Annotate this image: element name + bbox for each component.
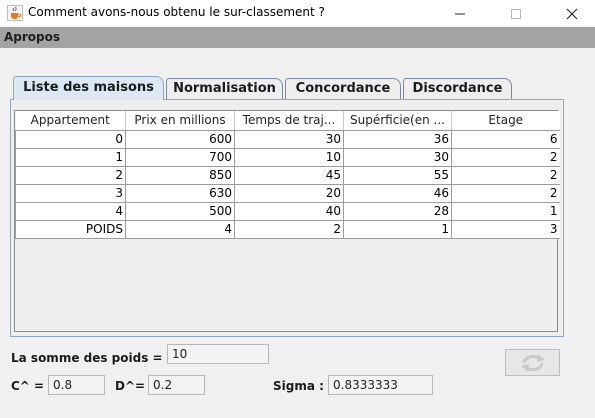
table-cell[interactable]: 2 (451, 165, 560, 185)
table-cell[interactable]: 40 (234, 201, 344, 221)
table-cell[interactable]: 10 (234, 147, 344, 167)
column-header-etage[interactable]: Etage (451, 111, 560, 131)
table-cell[interactable]: 630 (125, 183, 235, 203)
column-header-temps[interactable]: Temps de traj... (234, 111, 344, 131)
table-row[interactable]: 3 630 20 46 2 (15, 183, 560, 203)
table-cell[interactable]: 3 (451, 219, 560, 239)
table-cell[interactable]: 850 (125, 165, 235, 185)
table-cell[interactable]: 1 (343, 219, 452, 239)
table-cell[interactable]: 1 (15, 147, 126, 167)
table-row[interactable]: 1 700 10 30 2 (15, 147, 560, 167)
tab-panel: Appartement Prix en millions Temps de tr… (10, 99, 564, 337)
tab-liste-des-maisons[interactable]: Liste des maisons (13, 76, 164, 100)
table-cell[interactable]: 30 (343, 147, 452, 167)
title-bar[interactable]: Comment avons-nous obtenu le sur-classem… (0, 0, 595, 27)
table-cell[interactable]: 2 (451, 147, 560, 167)
table-cell[interactable]: 55 (343, 165, 452, 185)
menu-bar: Apropos (0, 27, 595, 48)
column-header-superficie[interactable]: Supérficie(en ... (343, 111, 452, 131)
houses-table: Appartement Prix en millions Temps de tr… (15, 111, 560, 239)
table-row[interactable]: 4 500 40 28 1 (15, 201, 560, 221)
table-header-row: Appartement Prix en millions Temps de tr… (15, 111, 560, 131)
sigma-field[interactable]: 0.8333333 (328, 375, 433, 395)
table-cell[interactable]: 0 (15, 129, 126, 149)
table-cell[interactable]: 28 (343, 201, 452, 221)
table-cell[interactable]: POIDS (15, 219, 126, 239)
maximize-button[interactable] (493, 0, 539, 27)
table-cell[interactable]: 2 (15, 165, 126, 185)
tab-normalisation[interactable]: Normalisation (166, 78, 283, 99)
column-header-prix[interactable]: Prix en millions (125, 111, 235, 131)
column-header-appartement[interactable]: Appartement (15, 111, 126, 131)
close-icon (566, 8, 578, 19)
d-field[interactable]: 0.2 (148, 375, 205, 395)
table-row-poids[interactable]: POIDS 4 2 1 3 (15, 219, 560, 239)
table-cell[interactable]: 4 (125, 219, 235, 239)
table-cell[interactable]: 45 (234, 165, 344, 185)
table-cell[interactable]: 20 (234, 183, 344, 203)
menu-apropos[interactable]: Apropos (4, 30, 60, 44)
table-cell[interactable]: 600 (125, 129, 235, 149)
c-label: C^ = (11, 379, 45, 393)
refresh-icon (520, 353, 545, 372)
table-cell[interactable]: 6 (451, 129, 560, 149)
somme-des-poids-field[interactable]: 10 (167, 344, 269, 364)
refresh-button[interactable] (505, 349, 560, 376)
table-cell[interactable]: 4 (15, 201, 126, 221)
table-cell[interactable]: 500 (125, 201, 235, 221)
table-cell[interactable]: 2 (451, 183, 560, 203)
table-cell[interactable]: 700 (125, 147, 235, 167)
minimize-icon (455, 13, 465, 14)
tab-concordance[interactable]: Concordance (285, 78, 401, 99)
table-scroll-pane[interactable]: Appartement Prix en millions Temps de tr… (14, 110, 560, 332)
tab-discordance[interactable]: Discordance (403, 78, 512, 99)
table-cell[interactable]: 3 (15, 183, 126, 203)
d-label: D^= (115, 379, 146, 393)
table-row[interactable]: 0 600 30 36 6 (15, 129, 560, 149)
close-button[interactable] (549, 0, 595, 27)
java-cup-icon (7, 5, 23, 21)
c-field[interactable]: 0.8 (48, 375, 105, 395)
table-cell[interactable]: 36 (343, 129, 452, 149)
somme-des-poids-label: La somme des poids = (11, 351, 163, 365)
table-cell[interactable]: 1 (451, 201, 560, 221)
minimize-button[interactable] (437, 0, 483, 27)
application-window: Comment avons-nous obtenu le sur-classem… (0, 0, 595, 418)
window-title: Comment avons-nous obtenu le sur-classem… (28, 5, 325, 19)
sigma-label: Sigma : (273, 379, 324, 393)
maximize-icon (511, 8, 521, 19)
table-cell[interactable]: 2 (234, 219, 344, 239)
table-row[interactable]: 2 850 45 55 2 (15, 165, 560, 185)
table-cell[interactable]: 30 (234, 129, 344, 149)
table-cell[interactable]: 46 (343, 183, 452, 203)
